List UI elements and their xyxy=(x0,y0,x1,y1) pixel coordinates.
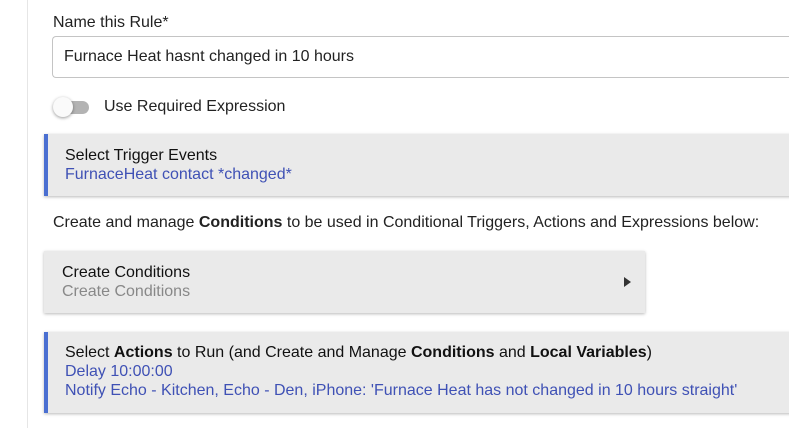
conditions-subtitle: Create Conditions xyxy=(62,283,191,300)
rule-name-input[interactable] xyxy=(52,36,789,78)
actions-title-bold: Local Variables xyxy=(530,344,647,361)
required-expression-toggle[interactable] xyxy=(53,97,89,117)
info-text-part: Create and manage xyxy=(53,214,199,231)
caret-right-icon xyxy=(624,277,631,287)
trigger-title: Select Trigger Events xyxy=(65,147,218,164)
rule-name-label: Name this Rule* xyxy=(53,14,169,31)
actions-title-bold: Actions xyxy=(113,344,173,361)
trigger-summary: FurnaceHeat contact *changed* xyxy=(65,166,292,183)
info-text-part: to be used in Conditional Triggers, Acti… xyxy=(282,214,760,231)
select-trigger-events-button[interactable]: Select Trigger Events FurnaceHeat contac… xyxy=(44,134,789,196)
actions-title-part: to Run (and Create and Manage xyxy=(172,344,411,361)
required-expression-row: Use Required Expression xyxy=(53,96,285,118)
actions-title: Select Actions to Run (and Create and Ma… xyxy=(65,343,789,362)
info-text-bold: Conditions xyxy=(198,214,283,231)
actions-title-part: and xyxy=(494,344,531,361)
select-actions-button[interactable]: Select Actions to Run (and Create and Ma… xyxy=(44,332,789,413)
action-line-notify: Notify Echo - Kitchen, Echo - Den, iPhon… xyxy=(65,382,738,399)
actions-title-part: ) xyxy=(646,344,652,361)
actions-title-bold: Conditions xyxy=(410,344,495,361)
create-conditions-button[interactable]: Create Conditions Create Conditions xyxy=(44,251,645,313)
conditions-info-text: Create and manage Conditions to be used … xyxy=(53,214,759,232)
actions-title-part: Select xyxy=(65,344,114,361)
action-line-delay: Delay 10:00:00 xyxy=(65,363,173,380)
left-rail xyxy=(0,0,28,428)
rule-editor-page: Name this Rule* Use Required Expression … xyxy=(0,0,789,428)
conditions-title: Create Conditions xyxy=(62,264,191,281)
required-expression-label: Use Required Expression xyxy=(104,98,286,115)
toggle-knob xyxy=(53,97,73,117)
